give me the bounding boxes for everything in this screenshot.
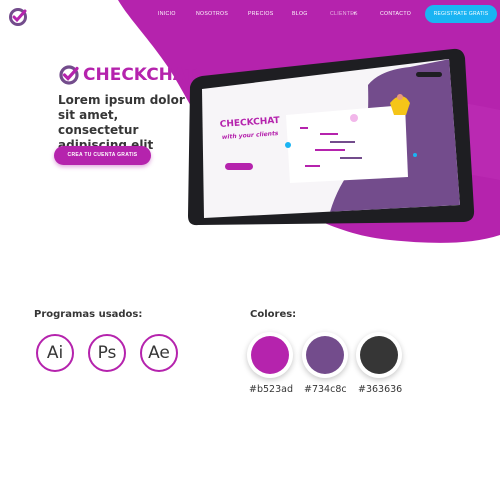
- color-hex-label: #363636: [358, 384, 403, 395]
- hero-brand: CHECKCHAT: [58, 64, 196, 86]
- swatch-fill: [360, 336, 398, 374]
- color-hex-label: #b523ad: [249, 384, 293, 395]
- color-swatch-primary: [247, 332, 293, 378]
- after-effects-icon: Ae: [140, 334, 178, 372]
- swatch-fill: [251, 336, 289, 374]
- tablet-mockup: CHECKCHAT with your clients: [188, 48, 475, 226]
- swatch-fill: [306, 336, 344, 374]
- illustrator-icon: Ai: [36, 334, 74, 372]
- top-navigation: INICIO NOSOTROS PRECIOS BLOG CLIENTES ▾ …: [0, 0, 500, 28]
- register-button[interactable]: REGISTRATE GRATIS: [425, 5, 497, 23]
- checkchat-brand-icon: [59, 65, 79, 85]
- nav-link-blog[interactable]: BLOG: [292, 11, 308, 17]
- nav-link-inicio[interactable]: INICIO: [158, 11, 176, 17]
- program-label: Ai: [46, 343, 64, 363]
- nav-link-contacto[interactable]: CONTACTO: [380, 11, 411, 17]
- colors-title: Colores:: [250, 309, 297, 320]
- programs-title: Programas usados:: [34, 309, 143, 320]
- nav-dropdown-icon[interactable]: ▾: [353, 10, 356, 17]
- program-label: Ps: [97, 343, 117, 363]
- nav-link-nosotros[interactable]: NOSOTROS: [196, 11, 228, 17]
- nav-link-precios[interactable]: PRECIOS: [248, 11, 273, 17]
- photoshop-icon: Ps: [88, 334, 126, 372]
- create-account-button[interactable]: CREA TU CUENTA GRATIS: [54, 146, 151, 165]
- hero-headline: Lorem ipsum dolor sit amet, consectetur …: [58, 93, 185, 152]
- checkchat-logo-icon[interactable]: [8, 7, 28, 27]
- color-swatch-dark: [356, 332, 402, 378]
- color-hex-label: #734c8c: [304, 384, 347, 395]
- program-label: Ae: [148, 343, 170, 363]
- color-swatch-secondary: [302, 332, 348, 378]
